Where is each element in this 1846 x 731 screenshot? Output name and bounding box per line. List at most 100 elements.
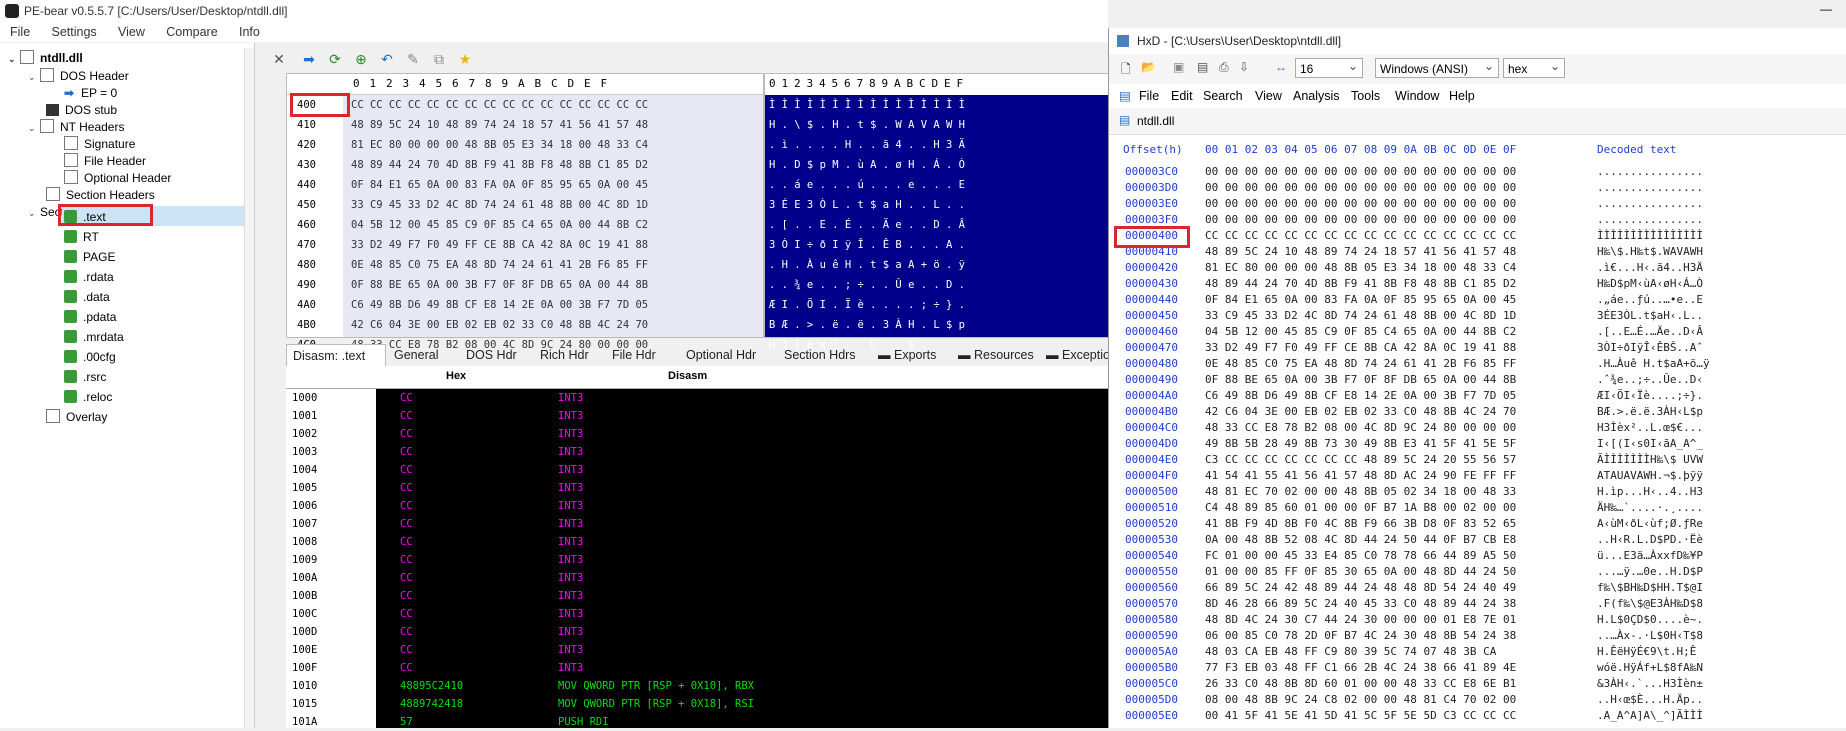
hxd-row-bytes[interactable]: 48 8D 4C 24 30 C7 44 24 30 00 00 00 01 E… — [1205, 612, 1535, 628]
disasm-instruction[interactable]: INT3 — [558, 569, 1098, 587]
tree-section-mrdata[interactable]: .mrdata — [64, 327, 124, 347]
hxd-row-bytes[interactable]: 0F 84 E1 65 0A 00 83 FA 0A 0F 85 95 65 0… — [1205, 292, 1535, 308]
tab-rich-hdr[interactable]: Rich Hdr — [540, 344, 589, 366]
disasm-instruction[interactable]: INT3 — [558, 389, 1098, 407]
hxd-row-bytes[interactable]: 00 41 5F 41 5E 41 5D 41 5C 5F 5E 5D C3 C… — [1205, 708, 1535, 724]
hxd-row-bytes[interactable]: C3 CC CC CC CC CC CC CC 48 89 5C 24 20 5… — [1205, 452, 1535, 468]
hxd-row-decoded[interactable]: ÌÌÌÌÌÌÌÌÌÌÌÌÌÌÌÌ — [1597, 228, 1846, 244]
hxd-file-tab[interactable]: ntdll.dll — [1137, 114, 1174, 128]
disasm-view[interactable]: Hex Disasm 1000 1001 1002 1003 1004 1005 1006 1… — [286, 366, 1108, 728]
hxd-row-bytes[interactable]: 41 8B F9 4D 8B F0 4C 8B F9 66 3B D8 0F 8… — [1205, 516, 1535, 532]
hxd-row-decoded[interactable]: H.ìp...H‹..4..H3 — [1597, 484, 1846, 500]
hxd-row-decoded[interactable]: ................ — [1597, 212, 1846, 228]
hxd-row-decoded[interactable]: H‰\$.H‰t$.WAVAWH — [1597, 244, 1846, 260]
pebear-ascii-view[interactable]: 0123456789ABCDEF Ì Ì Ì Ì Ì Ì Ì Ì Ì Ì Ì Ì… — [764, 73, 1110, 351]
tree-section-00cfg[interactable]: .00cfg — [64, 347, 116, 367]
hxd-row-bytes[interactable]: 66 89 5C 24 42 48 89 44 24 48 48 8D 54 2… — [1205, 580, 1535, 596]
hxd-row-bytes[interactable]: 48 33 CC E8 78 B2 08 00 4C 8D 9C 24 80 0… — [1205, 420, 1535, 436]
hxd-row[interactable]: 000005E0 00 41 5F 41 5E 41 5D 41 5C 5F 5E… — [1109, 708, 1846, 724]
hxd-row-bytes[interactable]: 00 00 00 00 00 00 00 00 00 00 00 00 00 0… — [1205, 164, 1535, 180]
hex-bytes-column[interactable]: CC CC CC CC CC CC CC CC CC CC CC CC CC C… — [343, 95, 763, 351]
hxd-row-bytes[interactable]: 04 5B 12 00 45 85 C9 0F 85 C4 65 0A 00 4… — [1205, 324, 1535, 340]
tree-overlay[interactable]: Overlay — [46, 407, 107, 427]
print-icon[interactable]: ⎙ — [1219, 60, 1229, 75]
hxd-row-bytes[interactable]: 77 F3 EB 03 48 FF C1 66 2B 4C 24 38 66 4… — [1205, 660, 1535, 676]
hxd-row[interactable]: 000005B0 77 F3 EB 03 48 FF C1 66 2B 4C 24… — [1109, 660, 1846, 676]
hxd-row-decoded[interactable]: A‹ùM‹ðL‹ùf;Ø.ƒRe — [1597, 516, 1846, 532]
hxd-row-bytes[interactable]: 81 EC 80 00 00 00 48 8B 05 E3 34 18 00 4… — [1205, 260, 1535, 276]
hxd-row-bytes[interactable]: 42 C6 04 3E 00 EB 02 EB 02 33 C0 48 8B 4… — [1205, 404, 1535, 420]
hxd-row-bytes[interactable]: 06 00 85 C0 78 2D 0F B7 4C 24 30 48 8B 5… — [1205, 628, 1535, 644]
hxd-row-bytes[interactable]: 08 00 48 8B 9C 24 C8 02 00 00 48 81 C4 7… — [1205, 692, 1535, 708]
hxd-row[interactable]: 000004C0 48 33 CC E8 78 B2 08 00 4C 8D 9C… — [1109, 420, 1846, 436]
disasm-instruction[interactable]: INT3 — [558, 461, 1098, 479]
hxd-menu-search[interactable]: Search — [1203, 84, 1243, 108]
hxd-row-bytes[interactable]: C4 48 89 85 60 01 00 00 0F B7 1A B8 00 0… — [1205, 500, 1535, 516]
hxd-row-decoded[interactable]: .F(f‰\$@E3ÀH‰D$8 — [1597, 596, 1846, 612]
disasm-instruction[interactable]: INT3 — [558, 623, 1098, 641]
hxd-row[interactable]: 00000530 0A 00 48 8B 52 08 4C 8D 44 24 50… — [1109, 532, 1846, 548]
hxd-row[interactable]: 00000510 C4 48 89 85 60 01 00 00 0F B7 1A… — [1109, 500, 1846, 516]
hxd-row-decoded[interactable]: H.ÊëHÿÉ€9\t.H;Ê — [1597, 644, 1846, 660]
hxd-row-decoded[interactable]: .[..E…É.…Äe..D‹Â — [1597, 324, 1846, 340]
hxd-row-bytes[interactable]: 33 D2 49 F7 F0 49 FF CE 8B CA 42 8A 0C 1… — [1205, 340, 1535, 356]
hxd-row[interactable]: 000004F0 41 54 41 55 41 56 41 57 48 8D AC… — [1109, 468, 1846, 484]
ascii-row[interactable]: . . ¾ e . . ; ÷ . . Û e . . D . — [765, 275, 1109, 295]
tree-root[interactable]: ⌄ ntdll.dll — [8, 48, 83, 68]
tab-optional-hdr[interactable]: Optional Hdr — [686, 344, 756, 366]
hxd-row-bytes[interactable]: 49 8B 5B 28 49 8B 73 30 49 8B E3 41 5F 4… — [1205, 436, 1535, 452]
hxd-row[interactable]: 00000460 04 5B 12 00 45 85 C9 0F 85 C4 65… — [1109, 324, 1846, 340]
menu-file[interactable]: File — [10, 22, 30, 42]
hex-row[interactable]: 04 5B 12 00 45 85 C9 0F 85 C4 65 0A 00 4… — [343, 215, 763, 235]
hxd-row-bytes[interactable]: 00 00 00 00 00 00 00 00 00 00 00 00 00 0… — [1205, 196, 1535, 212]
ascii-body[interactable]: Ì Ì Ì Ì Ì Ì Ì Ì Ì Ì Ì Ì Ì Ì Ì ÌH . \ $ .… — [765, 95, 1109, 351]
hxd-row[interactable]: 00000590 06 00 85 C0 78 2D 0F B7 4C 24 30… — [1109, 628, 1846, 644]
close-pane-icon[interactable]: ✕ — [270, 50, 288, 68]
hxd-row[interactable]: 000003F0 00 00 00 00 00 00 00 00 00 00 00… — [1109, 212, 1846, 228]
tab-section-hdrs[interactable]: Section Hdrs — [784, 344, 856, 366]
hxd-row-bytes[interactable]: 8D 46 28 66 89 5C 24 40 45 33 C0 48 89 4… — [1205, 596, 1535, 612]
hxd-row-bytes[interactable]: C6 49 8B D6 49 8B CF E8 14 2E 0A 00 3B F… — [1205, 388, 1535, 404]
hxd-row-decoded[interactable]: ATAUAVAWH.¬$.þÿÿ — [1597, 468, 1846, 484]
disasm-instruction[interactable]: INT3 — [558, 515, 1098, 533]
hxd-row[interactable]: 00000570 8D 46 28 66 89 5C 24 40 45 33 C0… — [1109, 596, 1846, 612]
hxd-row-decoded[interactable]: .ì€...H‹.ã4..H3Ä — [1597, 260, 1846, 276]
hxd-row-bytes[interactable]: 48 89 5C 24 10 48 89 74 24 18 57 41 56 4… — [1205, 244, 1535, 260]
hxd-row[interactable]: 000004A0 C6 49 8B D6 49 8B CF E8 14 2E 0A… — [1109, 388, 1846, 404]
hxd-row-decoded[interactable]: ................ — [1597, 164, 1846, 180]
ascii-row[interactable]: . H . À u ê H . t $ a A + ö . ÿ — [765, 255, 1109, 275]
hxd-row-decoded[interactable]: H3Ìèx²..L.œ$€... — [1597, 420, 1846, 436]
hex-row[interactable]: 33 D2 49 F7 F0 49 FF CE 8B CA 42 8A 0C 1… — [343, 235, 763, 255]
add-icon[interactable]: ⊕ — [352, 50, 370, 68]
tab-exports[interactable]: ▬ Exports — [878, 344, 936, 366]
hxd-row-decoded[interactable]: .A_A^A]A\_^]ÃÌÌÌ — [1597, 708, 1846, 724]
refresh-icon[interactable]: ⟳ — [326, 50, 344, 68]
pebear-hex-view[interactable]: 0123456789ABCDEF 400 410 420 430 440 450 460 47… — [286, 73, 764, 351]
hxd-row-bytes[interactable]: 0E 48 85 C0 75 EA 48 8D 74 24 61 41 2B F… — [1205, 356, 1535, 372]
tab-file-hdr[interactable]: File Hdr — [612, 344, 656, 366]
disasm-instruction[interactable]: INT3 — [558, 407, 1098, 425]
tree-section-pdata[interactable]: .pdata — [64, 307, 116, 327]
hxd-menu-tools[interactable]: Tools — [1351, 84, 1380, 108]
minimize-icon[interactable]: — — [1820, 2, 1832, 16]
menu-info[interactable]: Info — [239, 22, 260, 42]
tab-general[interactable]: General — [394, 344, 438, 366]
hxd-row-bytes[interactable]: 00 00 00 00 00 00 00 00 00 00 00 00 00 0… — [1205, 180, 1535, 196]
hex-row[interactable]: 42 C6 04 3E 00 EB 02 EB 02 33 C0 48 8B 4… — [343, 315, 763, 335]
hex-row[interactable]: CC CC CC CC CC CC CC CC CC CC CC CC CC C… — [343, 95, 763, 115]
hxd-row-decoded[interactable]: .„áe..ƒú..…•e..E — [1597, 292, 1846, 308]
hxd-row-decoded[interactable]: f‰\$BH‰D$HH.T$@I — [1597, 580, 1846, 596]
tree-section-rdata[interactable]: .rdata — [64, 267, 114, 287]
hxd-row-decoded[interactable]: wóë.HÿÁf+L$8fA‰N — [1597, 660, 1846, 676]
tree-section-data[interactable]: .data — [64, 287, 110, 307]
tab-disasm[interactable]: Disasm: .text — [286, 344, 386, 367]
hxd-menu-edit[interactable]: Edit — [1171, 84, 1193, 108]
disasm-instruction[interactable]: INT3 — [558, 479, 1098, 497]
hex-row[interactable]: 33 C9 45 33 D2 4C 8D 74 24 61 48 8B 00 4… — [343, 195, 763, 215]
hxd-row-decoded[interactable]: ..H‹œ$È...H.Äp.. — [1597, 692, 1846, 708]
tab-dos-hdr[interactable]: DOS Hdr — [466, 344, 517, 366]
hxd-row[interactable]: 00000410 48 89 5C 24 10 48 89 74 24 18 57… — [1109, 244, 1846, 260]
ascii-row[interactable]: Æ I . Ö I . Ï è . . . . ; ÷ } . — [765, 295, 1109, 315]
undo-icon[interactable]: ↶ — [378, 50, 396, 68]
disasm-instruction[interactable]: MOV QWORD PTR [RSP + 0X10], RBX — [558, 677, 1098, 695]
